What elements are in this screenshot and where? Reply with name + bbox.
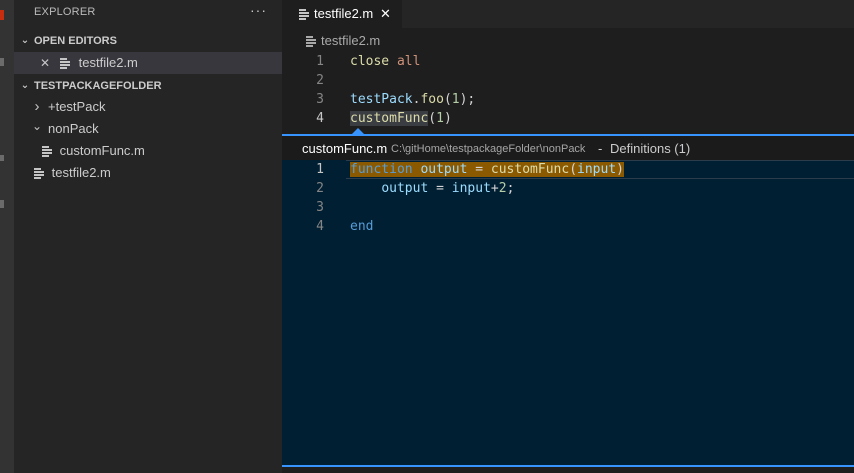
peek-bottom-border (282, 465, 854, 467)
line-source: function output = customFunc(input) (350, 160, 624, 179)
code-token: 2 (498, 181, 507, 196)
tab-label: testfile2.m (314, 6, 374, 21)
line-number: 3 (316, 200, 324, 215)
code-line[interactable]: 4 end (282, 217, 854, 236)
code-token: ( (443, 92, 452, 107)
chevron-down-icon: ⌄ (20, 35, 30, 46)
more-actions-icon[interactable]: ··· (250, 2, 267, 18)
code-line[interactable]: 1 close all (282, 52, 854, 71)
code-token: customFunc (350, 111, 429, 126)
line-source: customFunc(1) (350, 109, 452, 128)
tree-item-customfunc[interactable]: customFunc.m (14, 140, 282, 162)
peek-file-name[interactable]: customFunc.m (302, 141, 387, 156)
code-token: ) (443, 111, 452, 126)
line-number: 2 (316, 181, 324, 196)
tree-item-label: testfile2.m (51, 165, 111, 180)
file-icon (299, 9, 309, 20)
line-number: 3 (316, 92, 324, 107)
breadcrumb-file: testfile2.m (321, 33, 381, 48)
code-token: function (350, 162, 413, 177)
code-token: all (396, 54, 421, 69)
breadcrumb[interactable]: testfile2.m (306, 33, 380, 48)
peek-header: customFunc.m C:\gitHome\testpackageFolde… (282, 134, 854, 161)
tab-bar: testfile2.m ✕ (282, 0, 854, 28)
code-token: customFunc (490, 162, 570, 177)
line-number: 2 (316, 73, 324, 88)
code-token: ; (506, 181, 515, 196)
peek-definition-widget: customFunc.m C:\gitHome\testpackageFolde… (282, 134, 854, 467)
extensions-activity-icon[interactable] (0, 200, 4, 208)
code-line[interactable]: 2 (282, 71, 854, 90)
peek-definition-count: Definitions (1) (610, 141, 691, 156)
definition-highlight: function output = customFunc(input) (350, 162, 624, 177)
file-icon (306, 36, 316, 47)
file-icon (34, 168, 44, 179)
file-icon (42, 146, 52, 157)
peek-file-path: C:\gitHome\testpackageFolder\nonPack (391, 143, 586, 155)
line-number: 1 (316, 54, 324, 69)
code-token: 1 (436, 111, 444, 126)
open-editors-label: OPEN EDITORS (34, 35, 117, 47)
line-source: close all (350, 52, 420, 71)
line-source: end (350, 217, 373, 236)
close-icon[interactable]: ✕ (38, 52, 52, 74)
tree-item-nonpack[interactable]: ⌄ nonPack (14, 118, 282, 140)
code-line[interactable]: 3 testPack.foo(1); (282, 90, 854, 109)
code-line[interactable]: 1 function output = customFunc(input) (282, 160, 854, 179)
tree-item-testpack[interactable]: › +testPack (14, 96, 282, 118)
code-token: close (350, 54, 390, 69)
tree-item-testfile2[interactable]: testfile2.m (14, 162, 282, 184)
peek-code-view[interactable]: 1 function output = customFunc(input) 2 ou… (282, 160, 854, 465)
code-token: ( (428, 111, 437, 126)
code-token: foo (420, 92, 444, 107)
explorer-sidebar: EXPLORER ··· ⌄ OPEN EDITORS ✕ testfile2.… (14, 0, 282, 473)
activity-bar (0, 0, 14, 473)
run-activity-icon[interactable] (0, 155, 4, 161)
tree-item-label: +testPack (48, 99, 106, 114)
line-number: 4 (316, 219, 324, 234)
line-number: 1 (316, 162, 324, 177)
chevron-down-icon: ⌄ (31, 119, 43, 133)
code-token: ( (569, 162, 578, 177)
code-token: output (420, 162, 468, 177)
open-editors-section-header[interactable]: ⌄ OPEN EDITORS (14, 30, 282, 52)
folder-section-header[interactable]: ⌄ TESTPACKAGEFOLDER (14, 75, 282, 97)
code-token: end (350, 219, 374, 234)
sidebar-title: EXPLORER (34, 6, 96, 18)
code-token: + (490, 181, 499, 196)
tab-testfile2[interactable]: testfile2.m ✕ (282, 0, 402, 28)
code-token: testPack (350, 92, 413, 107)
close-icon[interactable]: ✕ (380, 0, 391, 28)
code-line[interactable]: 4 customFunc(1) (282, 109, 854, 128)
line-number: 4 (316, 111, 324, 126)
explorer-activity-icon[interactable] (0, 10, 4, 20)
code-line[interactable]: 3 (282, 198, 854, 217)
open-editor-label: testfile2.m (78, 55, 138, 70)
folder-label: TESTPACKAGEFOLDER (34, 80, 162, 92)
code-token: ); (459, 92, 476, 107)
chevron-down-icon: ⌄ (20, 80, 30, 91)
code-token: input (577, 162, 617, 177)
code-token: = (428, 181, 452, 196)
tree-item-label: customFunc.m (59, 143, 145, 158)
search-activity-icon[interactable] (0, 58, 4, 66)
file-icon (60, 58, 70, 69)
peek-separator: - (598, 141, 603, 156)
code-token: 1 (451, 92, 460, 107)
code-token: input (451, 181, 491, 196)
tree-item-label: nonPack (48, 121, 99, 136)
line-source: testPack.foo(1); (350, 90, 475, 109)
code-token: ) (616, 162, 624, 177)
line-source: output = input+2; (350, 179, 514, 198)
code-token: output (381, 181, 429, 196)
code-token: = (467, 162, 491, 177)
open-editor-item-testfile2[interactable]: ✕ testfile2.m (14, 52, 282, 74)
code-line[interactable]: 2 output = input+2; (282, 179, 854, 198)
editor-area: testfile2.m ✕ testfile2.m 1 close all 2 3 te… (282, 0, 854, 473)
